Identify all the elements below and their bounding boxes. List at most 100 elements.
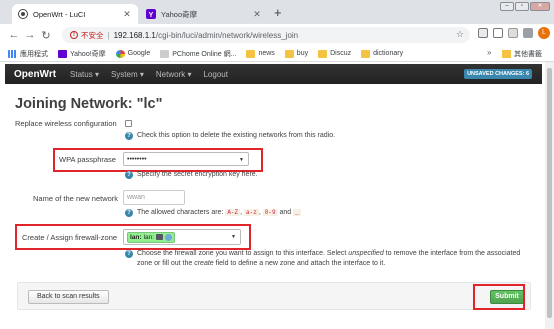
form-actions: Back to scan results Submit — [17, 282, 531, 310]
back-to-scan-button[interactable]: Back to scan results — [28, 290, 109, 304]
wpa-passphrase-value: •••••••• — [127, 155, 147, 163]
wpa-passphrase-input[interactable]: •••••••• ▼ — [123, 152, 249, 166]
highlight-box-submit — [473, 284, 525, 310]
folder-icon — [318, 49, 328, 58]
bookmark-label: 其他書籤 — [514, 51, 542, 58]
menu-system[interactable]: System ▾ — [111, 70, 144, 79]
bookmark-yahoo[interactable]: Yahoo!奇摩 — [58, 49, 106, 59]
help-text: and — [279, 209, 292, 216]
chevron-down-icon[interactable]: ▼ — [239, 157, 244, 163]
folder-icon — [284, 49, 294, 58]
firewall-zone-label: Create / Assign firewall-zone — [22, 233, 118, 242]
bookmark-apps[interactable]: 應用程式 — [8, 49, 48, 59]
bookmark-news[interactable]: news — [246, 49, 275, 58]
code-chip: A-Z — [225, 209, 241, 216]
url-text[interactable]: 192.168.1.1/cgi-bin/luci/admin/network/w… — [114, 31, 299, 40]
yahoo-favicon-icon: Y — [146, 9, 156, 19]
wireless-icon — [165, 233, 173, 241]
unsaved-changes-badge[interactable]: UNSAVED CHANGES: 6 — [464, 69, 532, 79]
divider: | — [107, 30, 110, 40]
help-text: unspecified — [348, 250, 384, 257]
browser-toolbar: ← → ↻ ! 不安全 | 192.168.1.1/cgi-bin/luci/a… — [0, 24, 554, 46]
page-title: Joining Network: "lc" — [15, 96, 163, 112]
zone-interface: lan: — [143, 233, 155, 241]
ethernet-icon — [156, 234, 164, 240]
luci-header: OpenWrt Status ▾ System ▾ Network ▾ Logo… — [5, 64, 542, 84]
extension-area: L ⋮ — [478, 27, 554, 39]
firewall-zone-help: ? Choose the firewall zone you want to a… — [125, 249, 535, 269]
wpa-help: ? Specify the secret encryption key here… — [125, 170, 258, 180]
code-chip: _ — [293, 209, 301, 216]
bookmark-pchome[interactable]: PChome Online 網... — [160, 49, 236, 59]
tab-yahoo[interactable]: Y Yahoo奇摩 ✕ — [140, 4, 268, 24]
bookmark-label: Yahoo!奇摩 — [70, 50, 106, 58]
wpa-passphrase-label: WPA passphrase — [59, 155, 116, 164]
browser-tab-bar: OpenWrt - LuCI ✕ Y Yahoo奇摩 ✕ + – ▫ ✕ — [0, 0, 554, 24]
tab-title: OpenWrt - LuCI — [33, 9, 86, 19]
replace-config-checkbox[interactable] — [125, 120, 132, 127]
window-controls: – ▫ ✕ — [500, 2, 550, 11]
page-scrollbar[interactable] — [545, 62, 554, 329]
google-icon — [115, 49, 125, 58]
bookmark-buy[interactable]: buy — [284, 49, 309, 58]
folder-icon — [246, 49, 256, 58]
code-chip: a-z — [244, 209, 259, 216]
bookmark-dictionary[interactable]: dictionary — [361, 49, 404, 58]
bookmark-label: buy — [296, 50, 309, 57]
extension-icon[interactable] — [493, 28, 503, 38]
tab-openwrt[interactable]: OpenWrt - LuCI ✕ — [12, 4, 138, 24]
close-icon[interactable]: ✕ — [252, 9, 262, 20]
main-content: Joining Network: "lc" Replace wireless c… — [5, 84, 542, 327]
forward-arrow-icon[interactable]: → — [22, 29, 38, 41]
bookmark-star-icon[interactable]: ☆ — [456, 29, 464, 40]
svg-text:Y: Y — [149, 12, 154, 19]
avatar[interactable]: L — [538, 27, 550, 39]
network-name-input[interactable]: wwan — [123, 190, 185, 205]
brand-logo[interactable]: OpenWrt — [14, 69, 56, 80]
chevron-down-icon[interactable]: ▼ — [231, 234, 236, 240]
help-text: Specify the secret encryption key here. — [137, 171, 258, 178]
minimize-icon[interactable]: – — [500, 2, 514, 11]
back-arrow-icon[interactable]: ← — [6, 29, 22, 41]
menu-network[interactable]: Network ▾ — [156, 70, 192, 79]
replace-config-help: ? Check this option to delete the existi… — [125, 131, 335, 141]
apps-grid-icon — [8, 49, 17, 58]
firewall-zone-select[interactable]: lan: lan: ▼ — [123, 229, 241, 245]
scrollbar-thumb[interactable] — [547, 68, 552, 318]
reload-icon[interactable]: ↻ — [38, 29, 54, 42]
network-name-help: ? The allowed characters are: A-Z, a-z, … — [125, 208, 301, 218]
window-close-icon[interactable]: ✕ — [530, 2, 550, 11]
help-text: field to define a new zone and attach th… — [215, 260, 386, 267]
new-tab-button[interactable]: + — [274, 6, 282, 19]
extension-icon[interactable] — [478, 28, 488, 38]
bookmarks-overflow-icon[interactable]: » — [487, 48, 491, 57]
network-name-label: Name of the new network — [33, 194, 119, 203]
folder-icon — [502, 50, 511, 58]
help-icon: ? — [125, 250, 133, 258]
bookmark-label: dictionary — [373, 50, 404, 57]
bookmark-label: Discuz — [330, 50, 352, 57]
openwrt-favicon-icon — [18, 9, 28, 19]
help-text: Check this option to delete the existing… — [137, 132, 336, 139]
folder-icon — [361, 49, 371, 58]
bookmark-google[interactable]: Google — [115, 49, 150, 58]
extension-icon[interactable] — [508, 28, 518, 38]
help-text: create — [194, 260, 214, 267]
zone-name: lan: — [130, 233, 142, 241]
bookmark-label: 應用程式 — [20, 50, 48, 58]
warning-icon: ! — [70, 31, 78, 39]
yahoo-icon — [58, 49, 67, 58]
address-bar[interactable]: ! 不安全 | 192.168.1.1/cgi-bin/luci/admin/n… — [62, 27, 470, 43]
menu-status[interactable]: Status ▾ — [70, 70, 99, 79]
maximize-icon[interactable]: ▫ — [515, 2, 529, 11]
other-bookmarks[interactable]: 其他書籤 — [502, 49, 542, 59]
bookmark-discuz[interactable]: Discuz — [318, 49, 352, 58]
help-icon: ? — [125, 209, 133, 217]
bookmarks-bar: 應用程式 Yahoo!奇摩 Google PChome Online 網... … — [0, 46, 554, 62]
zone-badge-lan: lan: lan: — [127, 231, 176, 243]
extension-icon[interactable] — [523, 28, 533, 38]
menu-logout[interactable]: Logout — [203, 70, 227, 79]
close-icon[interactable]: ✕ — [122, 9, 132, 20]
help-icon: ? — [125, 171, 133, 179]
code-chip: 0-9 — [262, 209, 278, 216]
